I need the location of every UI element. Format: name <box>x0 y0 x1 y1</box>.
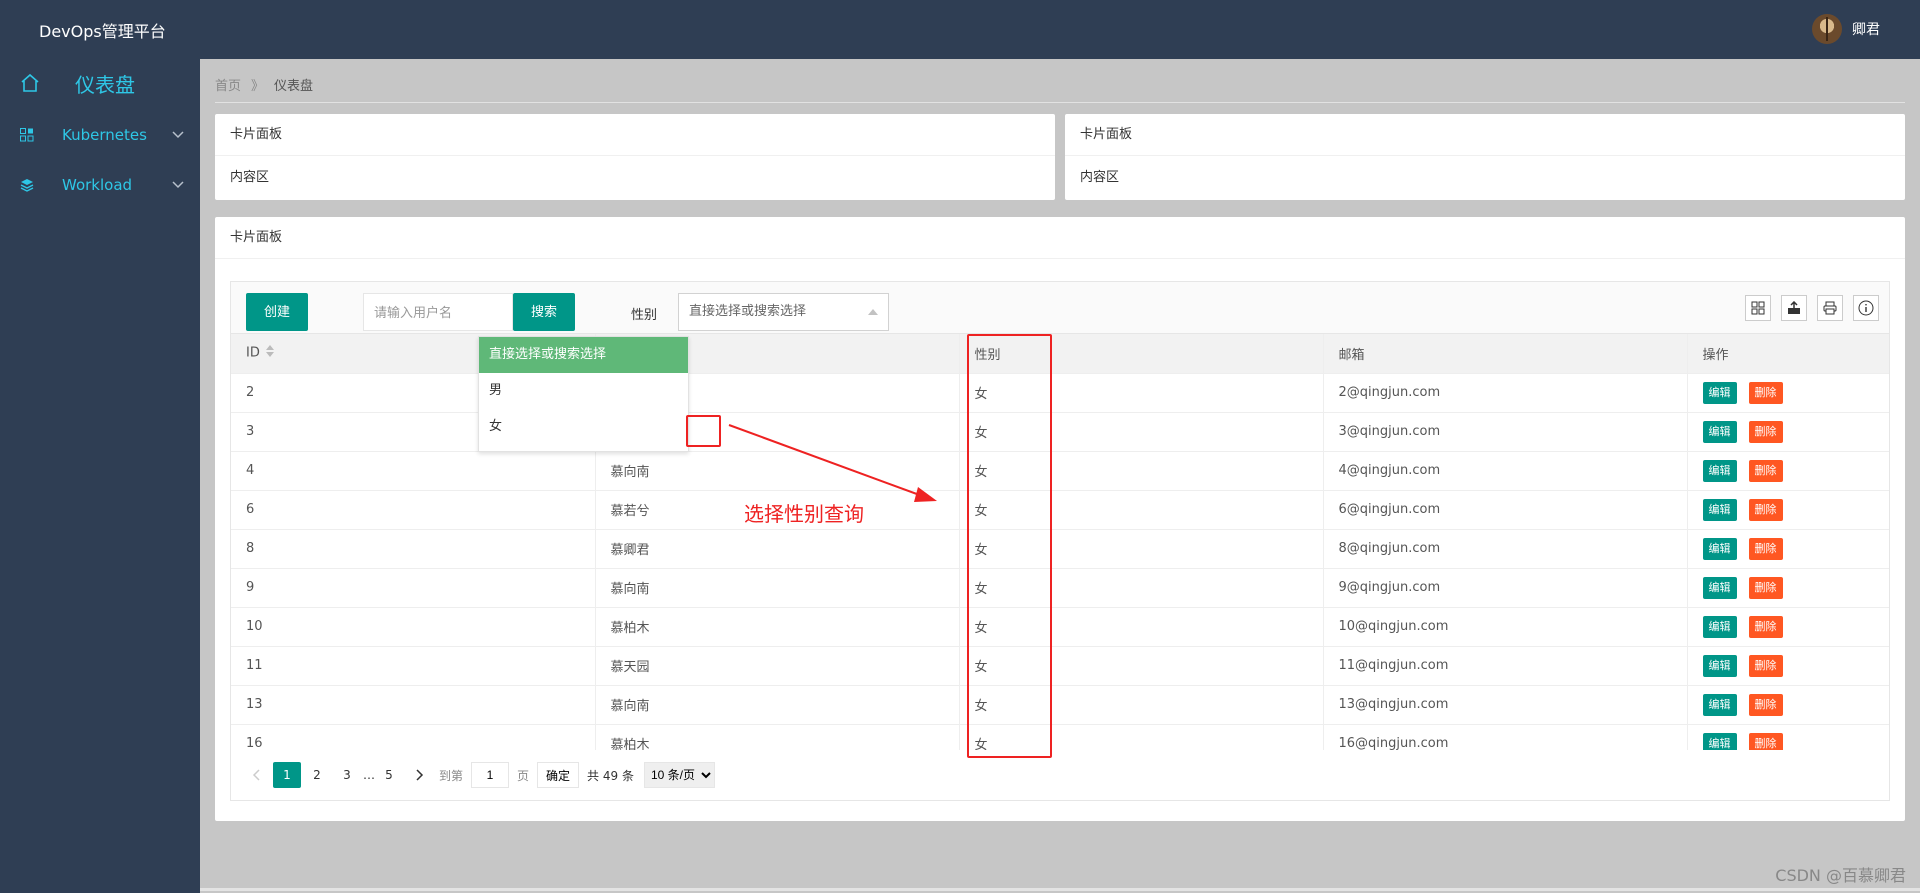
annotation-text: 选择性别查询 <box>744 502 864 526</box>
footer-line <box>200 888 1920 891</box>
annotation-arrow-icon <box>728 424 937 502</box>
watermark: CSDN @百慕卿君 <box>1775 866 1906 885</box>
